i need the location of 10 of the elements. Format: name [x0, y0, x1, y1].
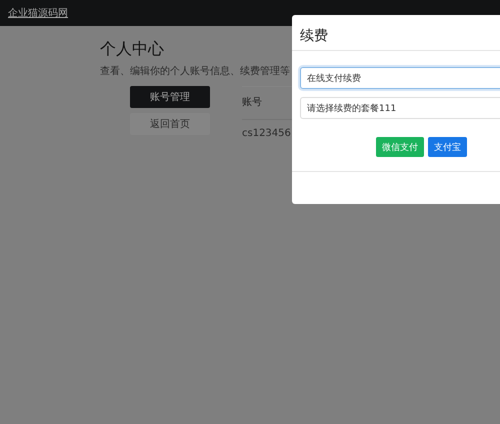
input-field[interactable]: 在线支付续费	[300, 67, 500, 89]
page-subtitle: 查看、编辑你的个人账号信息、续费管理等	[100, 64, 290, 78]
payment-button[interactable]: 支付宝	[428, 137, 467, 157]
sidebar-item[interactable]: 返回首页	[130, 113, 210, 135]
input-field[interactable]: 请选择续费的套餐111	[300, 97, 500, 119]
dialog-title: 续费	[300, 28, 328, 44]
table-cell-text: cs123456	[242, 127, 292, 141]
brand-link[interactable]: 企业猫源码网	[8, 6, 68, 20]
sidebar-item[interactable]: 账号管理	[130, 86, 210, 108]
page-title: 个人中心	[100, 39, 165, 60]
